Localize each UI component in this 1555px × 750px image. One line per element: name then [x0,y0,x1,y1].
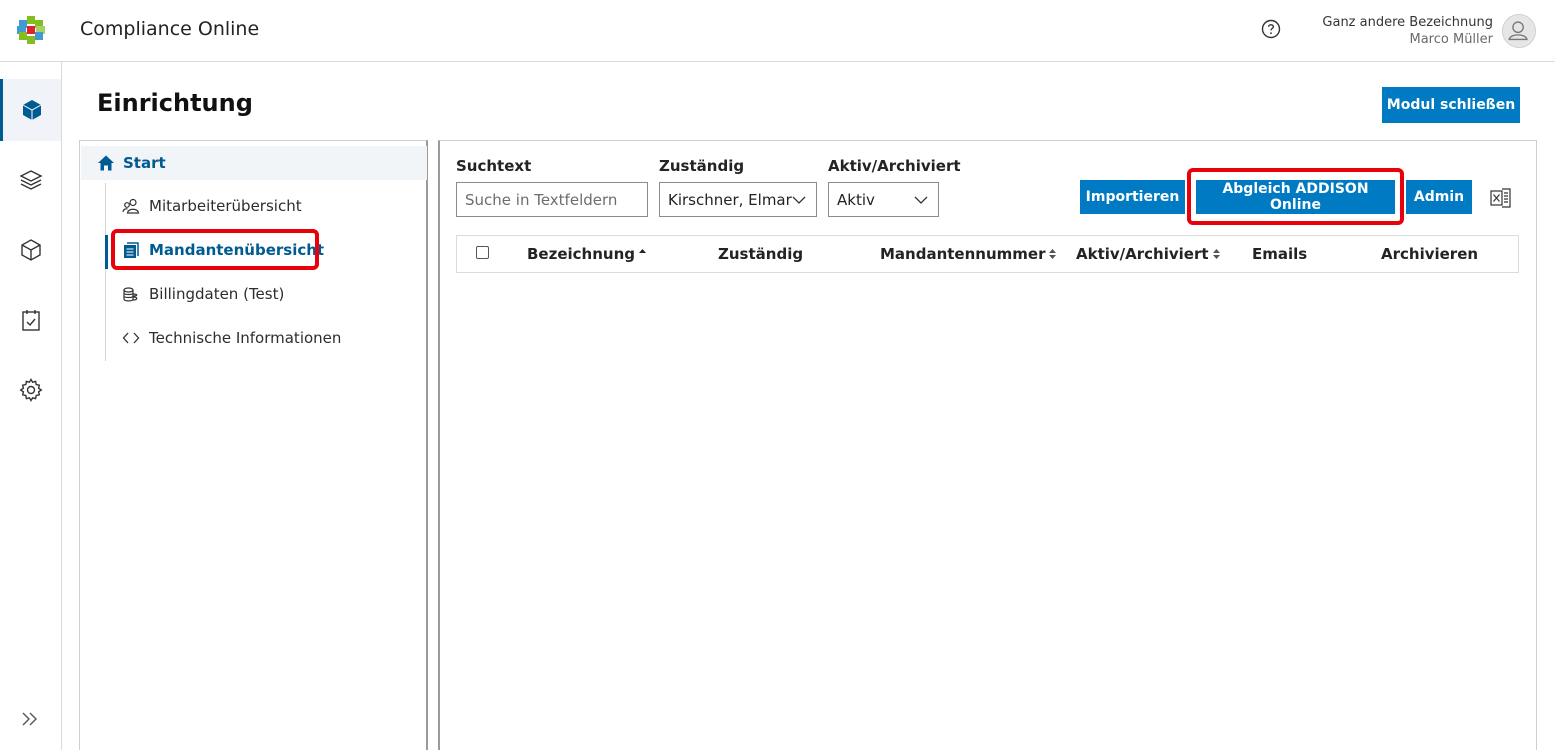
status-label: Aktiv/Archiviert [828,157,961,175]
code-icon [122,332,140,344]
nav-start-label: Start [123,154,166,172]
chevron-down-icon [914,196,928,204]
box-icon [20,239,41,261]
page-title: Einrichtung [97,89,253,117]
column-label: Bezeichnung [527,245,635,263]
rail-item-box[interactable] [0,219,61,281]
coins-icon [123,287,138,302]
clipboard-check-icon [21,310,40,331]
top-header: Compliance Online Ganz andere Bezeichnun… [0,0,1555,62]
gear-icon [18,378,43,402]
sort-icon [1049,249,1057,259]
search-label: Suchtext [456,157,532,175]
sort-ascending-icon [639,249,646,253]
responsible-select[interactable]: Kirschner, Elmar [659,182,817,217]
user-info[interactable]: Ganz andere Bezeichnung Marco Müller [1322,14,1493,48]
search-input[interactable]: Suche in Textfeldern [456,182,648,217]
chevron-down-icon [792,196,806,204]
nav-item-employees[interactable]: Mitarbeiterübersicht [122,191,302,221]
nav-item-label: Technische Informationen [149,329,342,347]
nav-highlight-annotation [111,229,319,270]
column-label: Emails [1252,245,1308,263]
status-select[interactable]: Aktiv [828,182,939,217]
column-header-responsible: Zuständig [718,245,803,263]
home-icon [98,155,114,171]
responsible-label: Zuständig [659,157,745,175]
cube-solid-icon [22,100,42,120]
clients-table-header: Bezeichnung Zuständig Mandantennummer Ak… [456,235,1519,273]
column-label: Zuständig [718,245,804,263]
nav-item-billing[interactable]: Billingdaten (Test) [122,279,284,309]
excel-export-icon[interactable] [1490,188,1512,208]
nav-item-technical-info[interactable]: Technische Informationen [122,323,341,353]
column-header-name[interactable]: Bezeichnung [527,245,647,263]
column-label: Archivieren [1381,245,1479,263]
nav-tree-line [105,183,106,361]
column-header-status[interactable]: Aktiv/Archiviert [1076,245,1221,263]
rail-item-layers[interactable] [0,149,61,211]
nav-start[interactable]: Start [81,146,427,180]
close-module-button[interactable]: Modul schließen [1382,87,1520,123]
column-header-emails: Emails [1252,245,1307,263]
sync-highlight-annotation [1187,168,1404,225]
app-title: Compliance Online [80,18,260,40]
import-button[interactable]: Importieren [1080,180,1185,214]
nav-selected-indicator [105,235,108,269]
admin-button[interactable]: Admin [1406,180,1472,214]
column-label: Mandantennummer [880,245,1046,263]
double-chevron-right-icon[interactable] [18,707,42,731]
responsible-select-value: Kirschner, Elmar [668,190,792,209]
sort-icon [1212,249,1220,259]
status-select-value: Aktiv [837,190,875,209]
user-name: Marco Müller [1409,32,1494,47]
wolters-kluwer-logo-icon[interactable] [17,16,45,44]
nav-item-label: Billingdaten (Test) [149,285,285,303]
layers-icon [18,170,43,190]
left-rail [0,62,62,750]
user-organization: Ganz andere Bezeichnung [1322,15,1493,30]
column-header-client-number[interactable]: Mandantennummer [880,245,1057,263]
select-all-checkbox[interactable] [476,246,489,259]
rail-item-settings[interactable] [0,359,61,421]
users-icon [122,198,140,214]
column-header-archive: Archivieren [1381,245,1478,263]
column-label: Aktiv/Archiviert [1076,245,1209,263]
help-icon[interactable] [1261,19,1281,39]
nav-item-label: Mitarbeiterübersicht [149,197,302,215]
rail-item-setup[interactable] [0,79,61,141]
avatar[interactable] [1502,14,1536,48]
user-icon [1508,21,1528,41]
rail-item-tasks[interactable] [0,289,61,351]
client-overview-panel [438,140,1537,750]
